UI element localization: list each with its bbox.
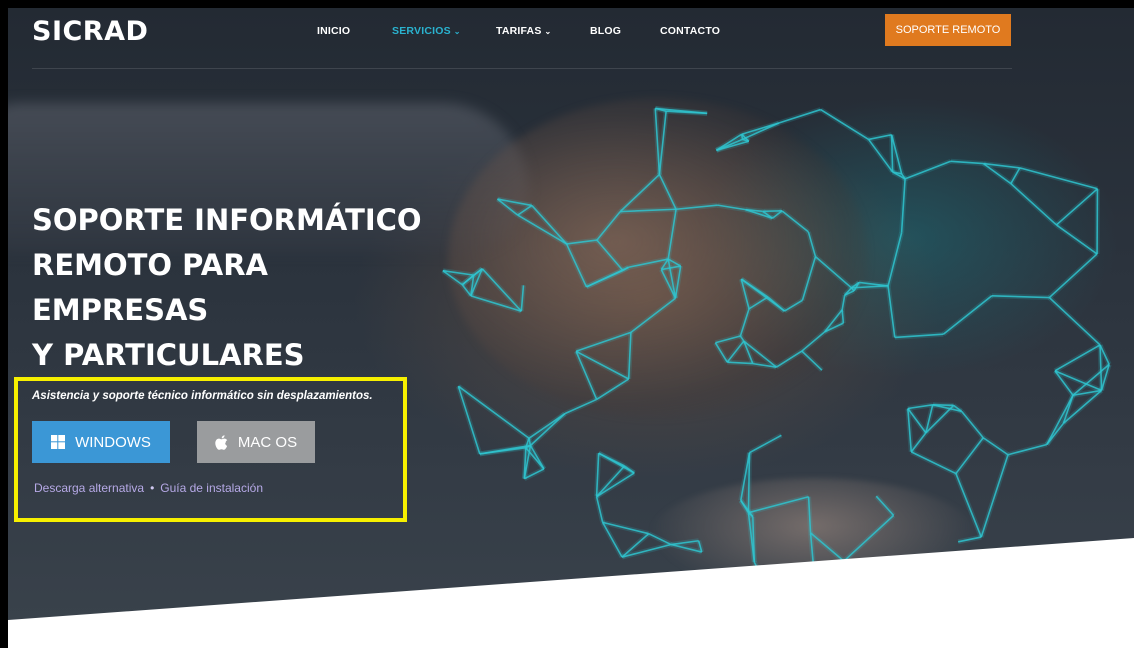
chevron-down-icon: ⌄ <box>544 27 552 36</box>
remote-support-button[interactable]: SOPORTE REMOTO <box>885 14 1011 46</box>
alternative-download-link[interactable]: Descarga alternativa <box>34 481 144 495</box>
nav-item-tarifas[interactable]: TARIFAS ⌄ <box>496 25 551 37</box>
link-separator: • <box>150 481 155 495</box>
install-guide-link[interactable]: Guía de instalación <box>160 481 263 495</box>
mac-download-button[interactable]: MAC OS <box>197 421 315 463</box>
nav-item-contacto[interactable]: CONTACTO <box>660 25 720 37</box>
nav-item-inicio[interactable]: INICIO <box>317 25 350 37</box>
nav-item-blog[interactable]: BLOG <box>590 25 621 37</box>
hero-title-line: SOPORTE INFORMÁTICO <box>32 203 422 237</box>
windows-button-label: WINDOWS <box>75 433 151 451</box>
hero-title-line: Y PARTICULARES <box>32 338 305 372</box>
nav-item-servicios[interactable]: SERVICIOS ⌄ <box>392 25 461 37</box>
windows-download-button[interactable]: WINDOWS <box>32 421 170 463</box>
download-links: Descarga alternativa • Guía de instalación <box>34 481 263 495</box>
apple-icon <box>215 434 228 450</box>
chevron-down-icon: ⌄ <box>453 27 461 36</box>
nav-item-label: BLOG <box>590 25 622 37</box>
site-header: SICRAD INICIO SERVICIOS ⌄ TARIFAS ⌄ BLOG C… <box>8 8 1134 70</box>
hero-title-line: EMPRESAS <box>32 293 209 327</box>
hero-subtitle: Asistencia y soporte técnico informático… <box>32 390 373 402</box>
hero-title-line: REMOTO PARA <box>32 248 268 282</box>
nav-item-label: TARIFAS <box>496 25 542 37</box>
mac-button-label: MAC OS <box>237 433 298 451</box>
hero-title: SOPORTE INFORMÁTICO REMOTO PARA EMPRESAS… <box>32 198 512 378</box>
site-logo[interactable]: SICRAD <box>32 16 148 47</box>
nav-item-label: CONTACTO <box>660 25 721 37</box>
nav-item-label: INICIO <box>317 25 351 37</box>
header-divider <box>32 68 1012 69</box>
windows-icon <box>51 435 66 449</box>
nav-item-label: SERVICIOS <box>392 25 451 37</box>
hero-section: SICRAD INICIO SERVICIOS ⌄ TARIFAS ⌄ BLOG C… <box>8 8 1134 648</box>
